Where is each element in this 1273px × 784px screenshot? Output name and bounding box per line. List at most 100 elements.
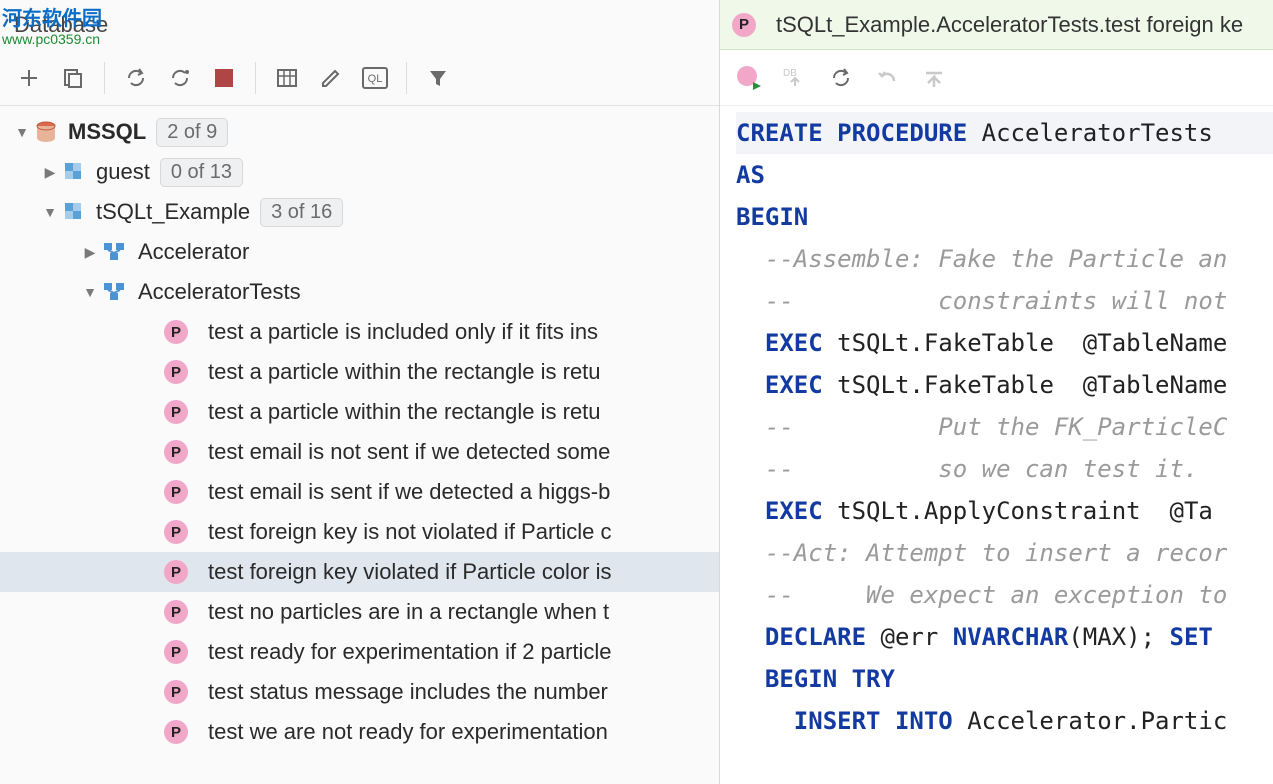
tree-proc[interactable]: •Ptest email is sent if we detected a hi… <box>0 472 719 512</box>
tree-label: test email is sent if we detected a higg… <box>208 479 610 505</box>
schema-icon <box>62 200 86 224</box>
refresh-editor-button[interactable] <box>822 59 860 97</box>
editor-toolbar: DB <box>720 50 1273 106</box>
duplicate-icon <box>62 67 84 89</box>
procedure-icon: P <box>164 560 188 584</box>
tree-label: test foreign key is not violated if Part… <box>208 519 612 545</box>
tree-label: test a particle within the rectangle is … <box>208 399 601 425</box>
tree-label: test email is not sent if we detected so… <box>208 439 610 465</box>
refresh-button[interactable] <box>117 59 155 97</box>
chevron-right-icon: ▶ <box>78 244 102 261</box>
tree-proc[interactable]: •Ptest we are not ready for experimentat… <box>0 712 719 752</box>
sync-button[interactable] <box>161 59 199 97</box>
tree-label: tSQLt_Example <box>96 199 250 225</box>
filter-button[interactable] <box>419 59 457 97</box>
tree-label: test a particle is included only if it f… <box>208 319 598 345</box>
procedure-icon: P <box>732 13 756 37</box>
procedure-icon: P <box>164 440 188 464</box>
app-root: Database <box>0 0 1273 784</box>
tree-proc[interactable]: •Ptest foreign key is not violated if Pa… <box>0 512 719 552</box>
editor-tab[interactable]: P tSQLt_Example.AcceleratorTests.test fo… <box>720 0 1273 50</box>
db-toolbar: QL <box>0 50 719 106</box>
procedure-icon: P <box>164 400 188 424</box>
tree-label: test no particles are in a rectangle whe… <box>208 599 609 625</box>
procedure-icon: P <box>164 720 188 744</box>
tree-schema[interactable]: ▼ tSQLt_Example 3 of 16 <box>0 192 719 232</box>
tree-proc[interactable]: •Ptest a particle is included only if it… <box>0 312 719 352</box>
tree-subnode[interactable]: ▶ Accelerator <box>0 232 719 272</box>
undo-icon <box>876 67 898 89</box>
funnel-icon <box>427 67 449 89</box>
tree-root[interactable]: ▼ MSSQL 2 of 9 <box>0 112 719 152</box>
tree-proc[interactable]: •Ptest ready for experimentation if 2 pa… <box>0 632 719 672</box>
db-tree: ▼ MSSQL 2 of 9 ▶ guest 0 of 13 ▼ <box>0 106 719 784</box>
table-icon <box>276 67 298 89</box>
edit-button[interactable] <box>312 59 350 97</box>
tree-proc[interactable]: •Ptest status message includes the numbe… <box>0 672 719 712</box>
separator <box>104 62 105 94</box>
tree-label: MSSQL <box>68 119 146 145</box>
count-badge: 0 of 13 <box>160 158 243 187</box>
copy-button[interactable] <box>54 59 92 97</box>
db-upload-button[interactable]: DB <box>776 59 814 97</box>
console-button[interactable]: QL <box>356 59 394 97</box>
count-badge: 2 of 9 <box>156 118 228 147</box>
tree-label: AcceleratorTests <box>138 279 301 305</box>
tree-label: test ready for experimentation if 2 part… <box>208 639 612 665</box>
run-icon <box>736 65 762 91</box>
procedure-icon: P <box>164 640 188 664</box>
tree-label: guest <box>96 159 150 185</box>
schema-group-icon <box>102 240 128 264</box>
db-upload-icon: DB <box>783 66 807 90</box>
tree-schema[interactable]: ▶ guest 0 of 13 <box>0 152 719 192</box>
separator <box>255 62 256 94</box>
add-button[interactable] <box>10 59 48 97</box>
procedure-icon: P <box>164 600 188 624</box>
sync-icon <box>169 67 191 89</box>
refresh-icon <box>830 67 852 89</box>
chevron-down-icon: ▼ <box>78 284 102 300</box>
svg-text:QL: QL <box>368 73 383 85</box>
refresh-icon <box>125 67 147 89</box>
procedure-icon: P <box>164 360 188 384</box>
panel-title-label: Database <box>14 12 108 38</box>
procedure-icon: P <box>164 520 188 544</box>
revert-button[interactable] <box>868 59 906 97</box>
separator <box>406 62 407 94</box>
stop-icon <box>215 69 233 87</box>
schema-group-icon <box>102 280 128 304</box>
tree-proc[interactable]: •Ptest email is not sent if we detected … <box>0 432 719 472</box>
schema-icon <box>62 160 86 184</box>
pencil-icon <box>320 67 342 89</box>
ql-icon: QL <box>362 67 388 89</box>
panel-title: Database <box>0 0 719 50</box>
tree-label: test a particle within the rectangle is … <box>208 359 601 385</box>
chevron-right-icon: ▶ <box>38 164 62 181</box>
stop-button[interactable] <box>205 59 243 97</box>
proc-list: •Ptest a particle is included only if it… <box>0 312 719 752</box>
database-icon <box>34 120 58 144</box>
tree-proc[interactable]: •Ptest a particle within the rectangle i… <box>0 392 719 432</box>
tree-label: test foreign key violated if Particle co… <box>208 559 612 585</box>
code-editor[interactable]: CREATE PROCEDURE AcceleratorTestsASBEGIN… <box>720 106 1273 784</box>
procedure-icon: P <box>164 480 188 504</box>
plus-icon <box>18 67 40 89</box>
chevron-down-icon: ▼ <box>10 124 34 140</box>
tab-label: tSQLt_Example.AcceleratorTests.test fore… <box>776 12 1243 38</box>
tree-label: test status message includes the number <box>208 679 608 705</box>
run-button[interactable] <box>730 59 768 97</box>
database-panel: Database <box>0 0 720 784</box>
tree-proc[interactable]: •Ptest foreign key violated if Particle … <box>0 552 719 592</box>
chevron-down-icon: ▼ <box>38 204 62 220</box>
count-badge: 3 of 16 <box>260 198 343 227</box>
procedure-icon: P <box>164 320 188 344</box>
push-icon <box>922 67 944 89</box>
commit-button[interactable] <box>914 59 952 97</box>
editor-panel: P tSQLt_Example.AcceleratorTests.test fo… <box>720 0 1273 784</box>
procedure-icon: P <box>164 680 188 704</box>
tree-proc[interactable]: •Ptest no particles are in a rectangle w… <box>0 592 719 632</box>
tree-subnode[interactable]: ▼ AcceleratorTests <box>0 272 719 312</box>
tree-label: test we are not ready for experimentatio… <box>208 719 608 745</box>
tree-proc[interactable]: •Ptest a particle within the rectangle i… <box>0 352 719 392</box>
table-button[interactable] <box>268 59 306 97</box>
